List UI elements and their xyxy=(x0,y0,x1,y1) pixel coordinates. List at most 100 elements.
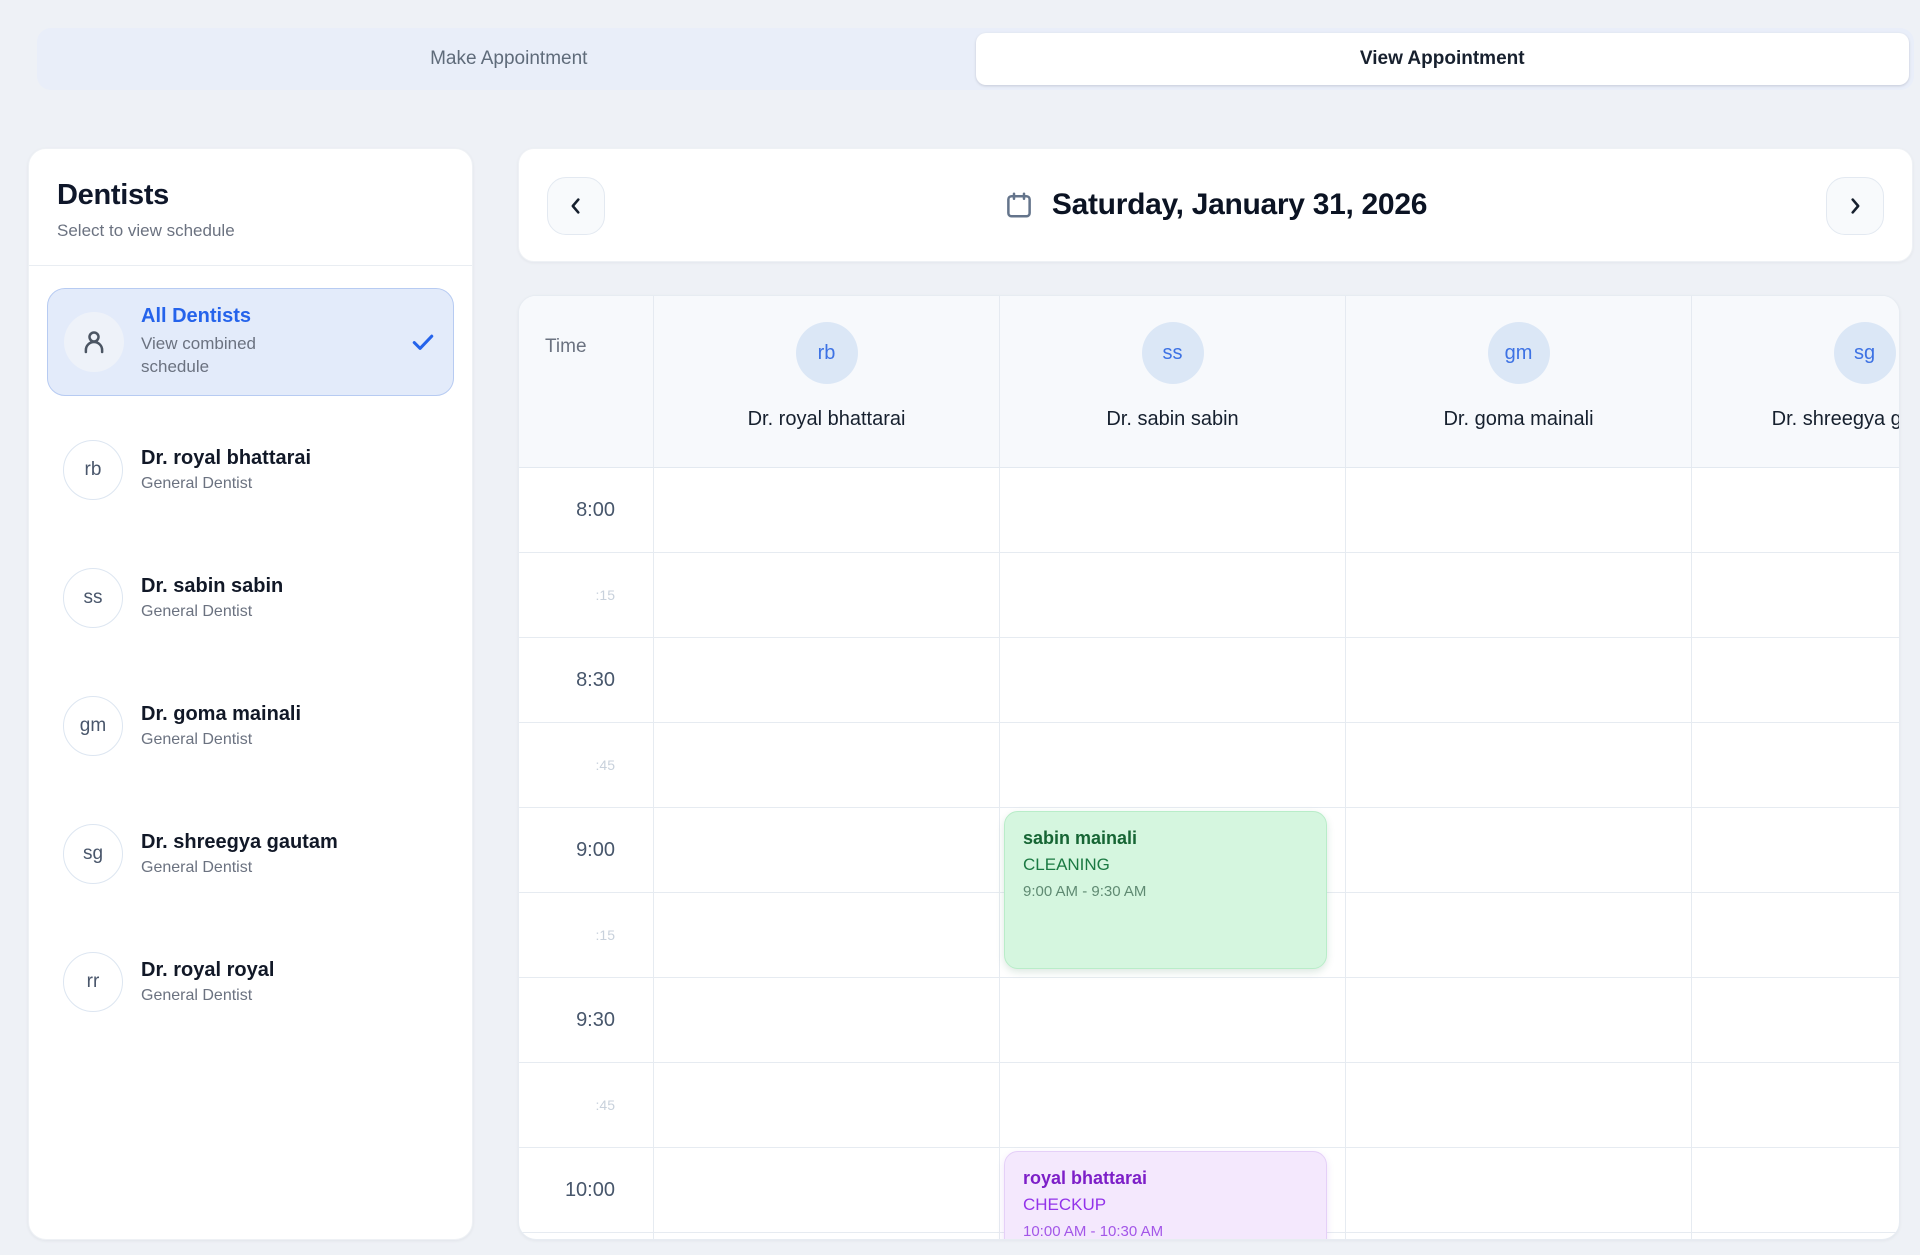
time-label: 10:00 xyxy=(565,1179,615,1202)
schedule-cell[interactable] xyxy=(653,808,999,892)
next-day-button[interactable] xyxy=(1826,177,1884,235)
dentist-column-header: gm Dr. goma mainali xyxy=(1345,296,1691,467)
sidebar-item-dentist[interactable]: sg Dr. shreegya gautam General Dentist xyxy=(47,808,454,900)
sidebar-header: Dentists Select to view schedule xyxy=(29,149,472,266)
tab-view-appointment[interactable]: View Appointment xyxy=(976,33,1910,85)
sidebar-item-dentist[interactable]: rb Dr. royal bhattarai General Dentist xyxy=(47,424,454,516)
time-row: :15 xyxy=(519,553,1900,638)
time-label-cell: :15 xyxy=(519,893,653,977)
person-icon xyxy=(79,327,109,357)
time-label: :15 xyxy=(596,927,615,943)
sidebar-item-all-dentists[interactable]: All Dentists View combined schedule xyxy=(47,288,454,396)
schedule-cell[interactable] xyxy=(653,978,999,1062)
schedule-cell[interactable] xyxy=(1691,723,1900,807)
schedule-cell[interactable] xyxy=(653,553,999,637)
appointment-mode-tabs: Make Appointment View Appointment xyxy=(37,28,1914,90)
time-label-cell: 9:00 xyxy=(519,808,653,892)
date-label: Saturday, January 31, 2026 xyxy=(1052,188,1427,222)
dentist-name: Dr. royal royal xyxy=(141,959,274,982)
schedule-cell[interactable] xyxy=(1345,638,1691,722)
appointment-type: CLEANING xyxy=(1023,854,1308,876)
schedule-header-row: Time rb Dr. royal bhattarai ss Dr. sabin… xyxy=(519,296,1900,468)
sidebar-item-dentist[interactable]: ss Dr. sabin sabin General Dentist xyxy=(47,552,454,644)
dentist-text: Dr. goma mainali General Dentist xyxy=(141,703,301,749)
schedule-cell[interactable] xyxy=(653,1148,999,1232)
dentist-role: General Dentist xyxy=(141,987,274,1005)
appointment-card[interactable]: royal bhattarai CHECKUP 10:00 AM - 10:30… xyxy=(1004,1151,1327,1240)
previous-day-button[interactable] xyxy=(547,177,605,235)
schedule-cell[interactable] xyxy=(1691,1148,1900,1232)
schedule-cell[interactable] xyxy=(653,468,999,552)
dentist-column-name: Dr. goma mainali xyxy=(1443,408,1593,431)
dentist-avatar: sg xyxy=(63,824,123,884)
schedule-cell[interactable] xyxy=(1691,553,1900,637)
schedule-cell[interactable] xyxy=(653,1063,999,1147)
dentists-sidebar: Dentists Select to view schedule All Den… xyxy=(28,148,473,1240)
schedule-cell[interactable] xyxy=(1345,553,1691,637)
schedule-cell[interactable] xyxy=(1691,978,1900,1062)
schedule-cell[interactable] xyxy=(1691,638,1900,722)
dentist-column-header: rb Dr. royal bhattarai xyxy=(653,296,999,467)
sidebar-item-dentist[interactable]: gm Dr. goma mainali General Dentist xyxy=(47,680,454,772)
all-dentists-label: All Dentists xyxy=(141,305,392,328)
sidebar-subtitle: Select to view schedule xyxy=(57,221,444,241)
dentist-avatar: rb xyxy=(63,440,123,500)
dentist-avatar: gm xyxy=(63,696,123,756)
dentist-text: Dr. royal bhattarai General Dentist xyxy=(141,447,311,493)
time-label-cell: 8:00 xyxy=(519,468,653,552)
schedule-cell[interactable] xyxy=(999,978,1345,1062)
time-row: :45 xyxy=(519,723,1900,808)
schedule-cell[interactable] xyxy=(653,893,999,977)
dentist-name: Dr. shreegya gautam xyxy=(141,831,338,854)
appointment-card[interactable]: sabin mainali CLEANING 9:00 AM - 9:30 AM xyxy=(1004,811,1327,969)
dentist-role: General Dentist xyxy=(141,731,301,749)
appointment-patient: royal bhattarai xyxy=(1023,1167,1308,1190)
dentist-role: General Dentist xyxy=(141,475,311,493)
all-dentists-avatar xyxy=(64,312,124,372)
time-label: :45 xyxy=(596,1097,615,1113)
schedule-cell[interactable] xyxy=(1345,723,1691,807)
schedule-cell[interactable] xyxy=(653,1233,999,1240)
schedule-cell[interactable] xyxy=(999,553,1345,637)
appointment-patient: sabin mainali xyxy=(1023,827,1308,850)
time-label-cell: 8:30 xyxy=(519,638,653,722)
sidebar-item-dentist[interactable]: rr Dr. royal royal General Dentist xyxy=(47,936,454,1028)
schedule-cell[interactable] xyxy=(1345,1148,1691,1232)
time-label: :15 xyxy=(596,587,615,603)
schedule-cell[interactable] xyxy=(999,638,1345,722)
schedule-cell[interactable] xyxy=(1691,1233,1900,1240)
time-column-header: Time xyxy=(519,296,653,467)
chevron-right-icon xyxy=(1844,195,1866,217)
schedule-cell[interactable] xyxy=(999,723,1345,807)
schedule-cell[interactable] xyxy=(653,638,999,722)
time-label-cell: 10:00 xyxy=(519,1148,653,1232)
time-row: 9:30 xyxy=(519,978,1900,1063)
schedule-cell[interactable] xyxy=(1691,808,1900,892)
calendar-icon xyxy=(1004,190,1034,220)
schedule-cell[interactable] xyxy=(1345,808,1691,892)
dentist-name: Dr. royal bhattarai xyxy=(141,447,311,470)
schedule-cell[interactable] xyxy=(1691,468,1900,552)
dentist-avatar: rr xyxy=(63,952,123,1012)
schedule-cell[interactable] xyxy=(1345,978,1691,1062)
schedule-cell[interactable] xyxy=(1345,1063,1691,1147)
appointment-type: CHECKUP xyxy=(1023,1194,1308,1216)
dentist-name: Dr. sabin sabin xyxy=(141,575,283,598)
time-label: :45 xyxy=(596,757,615,773)
schedule-cell[interactable] xyxy=(999,1063,1345,1147)
dentist-column-name: Dr. shreegya gautam xyxy=(1772,408,1900,431)
time-row: 8:00 xyxy=(519,468,1900,553)
schedule-cell[interactable] xyxy=(1691,1063,1900,1147)
schedule-cell[interactable] xyxy=(653,723,999,807)
schedule-cell[interactable] xyxy=(1691,893,1900,977)
schedule-cell[interactable] xyxy=(1345,893,1691,977)
schedule-cell[interactable] xyxy=(999,468,1345,552)
time-label-cell: :45 xyxy=(519,1063,653,1147)
dentist-text: Dr. royal royal General Dentist xyxy=(141,959,274,1005)
schedule-cell[interactable] xyxy=(1345,1233,1691,1240)
schedule-cell[interactable] xyxy=(1345,468,1691,552)
dentist-column-avatar: gm xyxy=(1488,322,1550,384)
dentist-items: rb Dr. royal bhattarai General Dentist s… xyxy=(47,424,454,1028)
tab-make-appointment[interactable]: Make Appointment xyxy=(42,33,976,85)
dentist-role: General Dentist xyxy=(141,603,283,621)
